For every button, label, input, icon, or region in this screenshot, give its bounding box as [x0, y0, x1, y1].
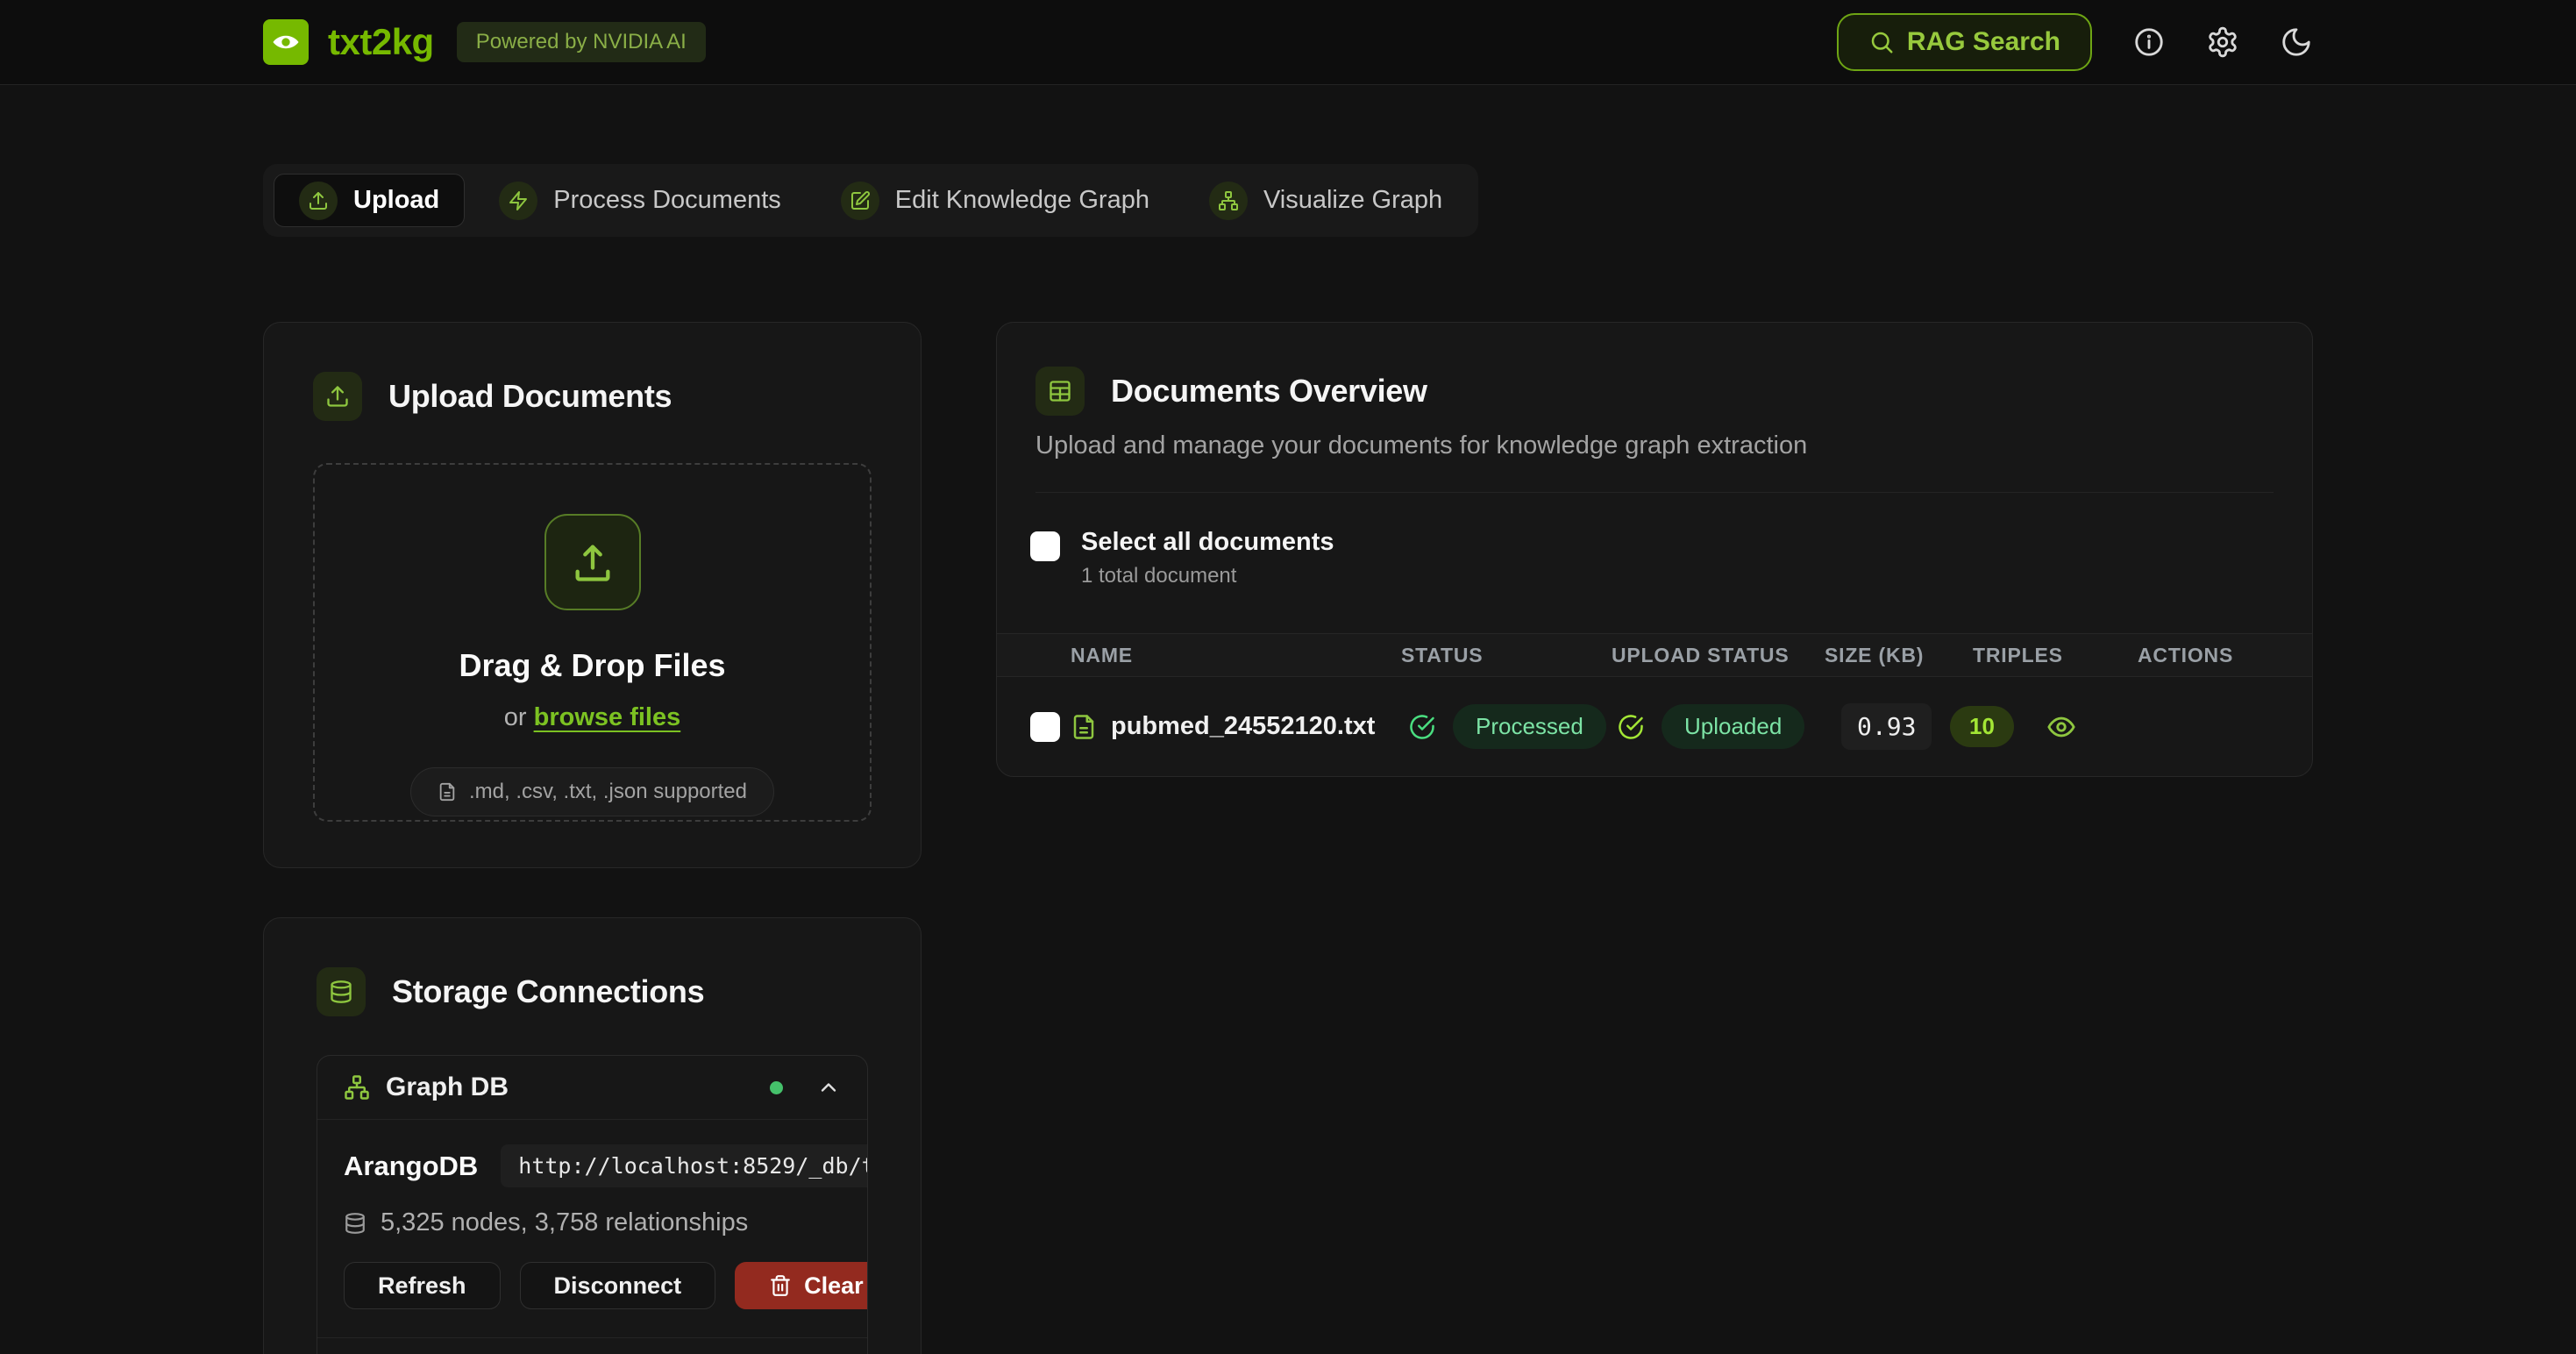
chevron-up-icon[interactable] [816, 1075, 841, 1100]
processed-badge: Processed [1453, 704, 1606, 749]
dropzone-title: Drag & Drop Files [315, 647, 870, 684]
processed-check-icon [1409, 714, 1435, 740]
moon-icon [2280, 25, 2313, 59]
trash-icon [769, 1274, 792, 1297]
theme-toggle-button[interactable] [2280, 25, 2313, 59]
stats-database-icon [344, 1212, 366, 1235]
upload-tab-icon [299, 182, 338, 220]
documents-card-title: Documents Overview [1111, 373, 1427, 410]
upload-status-cell: Uploaded [1612, 704, 1813, 749]
table-header-triples: TRIPLES [1945, 644, 2041, 667]
dropzone-or-text: or [504, 703, 534, 731]
refresh-label: Refresh [378, 1272, 466, 1300]
nvidia-logo [263, 19, 309, 65]
view-document-button[interactable] [2041, 707, 2081, 747]
select-all-label: Select all documents [1081, 528, 1334, 557]
browse-files-link[interactable]: browse files [534, 703, 681, 731]
documents-table-header: NAME STATUS UPLOAD STATUS SIZE (KB) TRIP… [997, 633, 2312, 677]
eye-icon [2046, 712, 2076, 742]
refresh-button[interactable]: Refresh [344, 1262, 501, 1309]
tab-bar: Upload Process Documents Edit Knowledge … [263, 164, 1478, 237]
graph-db-status-dot-connected [770, 1081, 783, 1094]
upload-card-icon [313, 372, 362, 421]
document-name-cell: pubmed_24552120.txt [1071, 712, 1401, 741]
file-text-icon [1071, 714, 1097, 740]
zap-icon [499, 182, 537, 220]
table-header-name: NAME [1071, 644, 1401, 667]
select-all-text-block: Select all documents 1 total document [1081, 528, 1334, 588]
graph-db-header[interactable]: Graph DB [317, 1056, 867, 1119]
size-value: 0.93 [1841, 703, 1932, 750]
clear-button[interactable]: Clear [735, 1262, 868, 1309]
powered-badge: Powered by NVIDIA AI [457, 22, 706, 62]
document-table-row: pubmed_24552120.txt Processed Uploaded 0… [997, 677, 2312, 776]
tab-process-documents[interactable]: Process Documents [473, 174, 807, 227]
file-icon [438, 782, 457, 802]
connection-url: http://localhost:8529/_db/txt2kg [501, 1144, 868, 1187]
upload-documents-card: Upload Documents Drag & Drop Files or br… [263, 322, 922, 868]
table-header-status: STATUS [1401, 644, 1612, 667]
app-header: txt2kg Powered by NVIDIA AI RAG Search [0, 0, 2576, 85]
supported-formats-badge: .md, .csv, .txt, .json supported [410, 767, 774, 816]
supported-formats-text: .md, .csv, .txt, .json supported [469, 780, 747, 804]
documents-overview-card: Documents Overview Upload and manage you… [996, 322, 2313, 777]
edit-pen-icon [841, 182, 879, 220]
rag-search-label: RAG Search [1907, 27, 2060, 57]
stats-text: 5,325 nodes, 3,758 relationships [381, 1208, 748, 1237]
tab-edit-knowledge-graph-label: Edit Knowledge Graph [895, 186, 1149, 215]
uploaded-check-icon [1618, 714, 1644, 740]
documents-card-subtitle: Upload and manage your documents for kno… [1035, 431, 2274, 493]
graph-network-icon [344, 1074, 370, 1101]
triples-cell: 10 [1945, 706, 2041, 747]
uploaded-badge: Uploaded [1662, 704, 1804, 749]
row-checkbox-cell [997, 712, 1071, 742]
info-icon [2132, 25, 2166, 59]
upload-card-title: Upload Documents [388, 378, 672, 415]
rag-search-button[interactable]: RAG Search [1837, 13, 2092, 71]
tab-visualize-graph[interactable]: Visualize Graph [1184, 174, 1468, 227]
triples-badge: 10 [1950, 706, 2014, 747]
storage-connections-card: Storage Connections Graph DB [263, 917, 922, 1354]
tab-upload-label: Upload [353, 186, 439, 215]
disconnect-button[interactable]: Disconnect [520, 1262, 716, 1309]
select-all-count: 1 total document [1081, 564, 1334, 588]
dropzone-upload-icon [544, 514, 641, 610]
actions-cell [2041, 707, 2312, 747]
graph-db-label: Graph DB [386, 1073, 509, 1102]
vector-db-header[interactable]: Vector DB [317, 1337, 867, 1354]
table-header-size: SIZE (KB) [1813, 644, 1945, 667]
provider-name: ArangoDB [344, 1151, 478, 1182]
settings-button[interactable] [2206, 25, 2239, 59]
status-cell: Processed [1401, 704, 1612, 749]
search-icon [1868, 29, 1895, 55]
db-panel: Graph DB ArangoDB http://localhost:8529/… [317, 1055, 868, 1354]
document-name: pubmed_24552120.txt [1111, 712, 1375, 741]
tab-edit-knowledge-graph[interactable]: Edit Knowledge Graph [815, 174, 1175, 227]
dropzone[interactable]: Drag & Drop Files or browse files .md, .… [313, 463, 872, 822]
dropzone-subtitle: or browse files [315, 703, 870, 732]
table-icon [1035, 367, 1085, 416]
tab-process-documents-label: Process Documents [553, 186, 781, 215]
info-button[interactable] [2132, 25, 2166, 59]
storage-card-title: Storage Connections [392, 973, 704, 1010]
table-header-upload-status: UPLOAD STATUS [1612, 644, 1813, 667]
tab-upload[interactable]: Upload [274, 174, 465, 227]
clear-label: Clear [804, 1272, 864, 1300]
network-icon [1209, 182, 1248, 220]
table-header-actions: ACTIONS [2041, 644, 2312, 667]
app-title: txt2kg [328, 21, 434, 63]
graph-db-body: ArangoDB http://localhost:8529/_db/txt2k… [317, 1119, 867, 1337]
tab-visualize-graph-label: Visualize Graph [1263, 186, 1442, 215]
row-checkbox[interactable] [1030, 712, 1060, 742]
nvidia-eye-icon [270, 26, 302, 58]
select-all-checkbox[interactable] [1030, 531, 1060, 561]
gear-icon [2206, 25, 2239, 59]
select-all-row: Select all documents 1 total document [997, 493, 2312, 633]
database-icon [317, 967, 366, 1016]
disconnect-label: Disconnect [554, 1272, 682, 1300]
size-cell: 0.93 [1813, 703, 1945, 750]
graph-db-stats: 5,325 nodes, 3,758 relationships [344, 1208, 841, 1237]
